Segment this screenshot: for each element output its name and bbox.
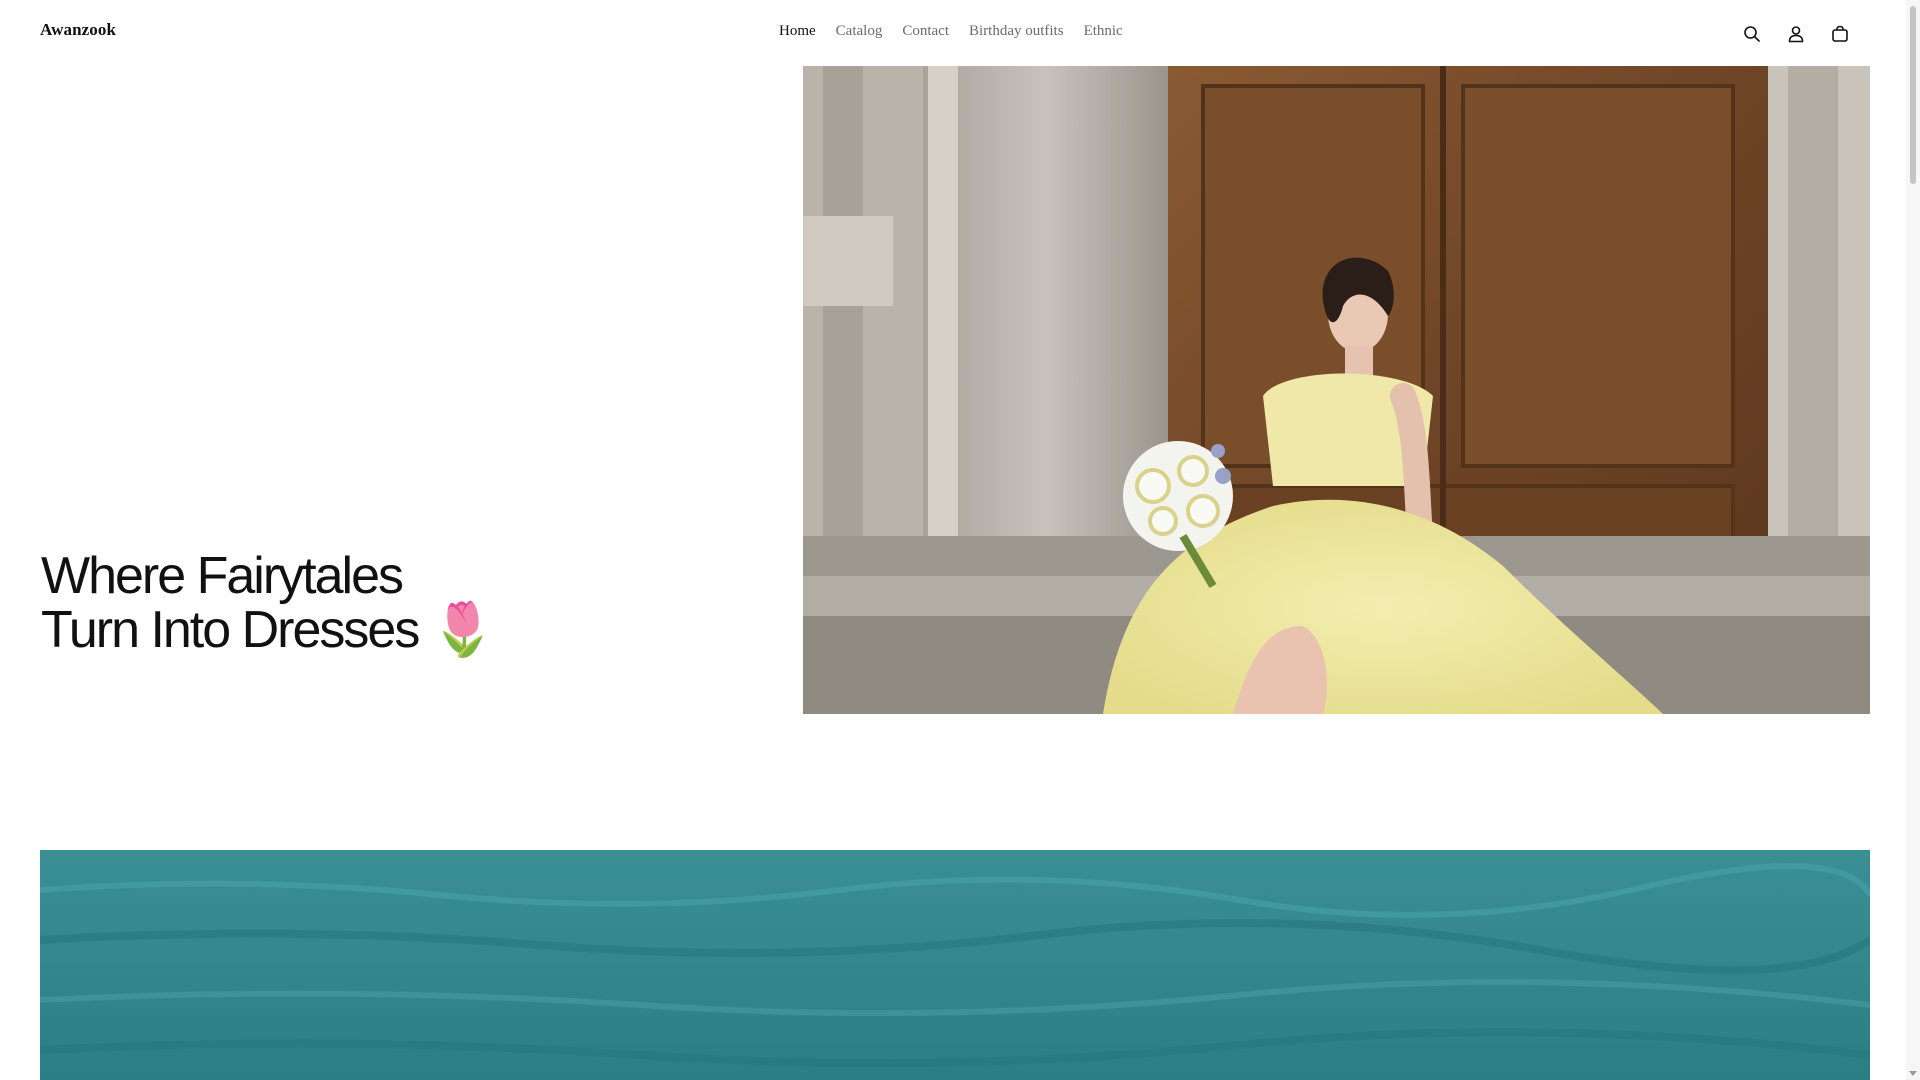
sea-photo: [40, 850, 1870, 1080]
store-logo[interactable]: Awanzook: [40, 20, 116, 40]
scroll-down-arrow-icon[interactable]: [1909, 1071, 1917, 1076]
search-icon: [1744, 26, 1760, 42]
main-nav: Home Catalog Contact Birthday outfits Et…: [779, 23, 1143, 40]
page: Awanzook Home Catalog Contact Birthday o…: [0, 0, 1920, 1080]
scrollbar[interactable]: [1906, 0, 1920, 1080]
header-icons: [1740, 22, 1852, 46]
hero-heading-line-1: Where Fairytales: [41, 547, 404, 605]
nav-item-contact[interactable]: Contact: [902, 23, 949, 40]
hero-image: [803, 66, 1870, 714]
hero-photo: [803, 66, 1870, 714]
search-button[interactable]: [1740, 22, 1764, 46]
site-header: Awanzook Home Catalog Contact Birthday o…: [0, 0, 1906, 66]
nav-item-birthday-outfits[interactable]: Birthday outfits: [969, 23, 1064, 40]
account-icon: [1788, 26, 1804, 43]
nav-item-home[interactable]: Home: [779, 23, 816, 40]
scrollbar-thumb[interactable]: [1910, 6, 1916, 184]
banner-image: [40, 850, 1870, 1080]
nav-item-catalog[interactable]: Catalog: [836, 23, 883, 40]
cart-icon: [1832, 25, 1848, 42]
cart-button[interactable]: [1828, 22, 1852, 46]
hero-heading-line-2: Turn Into Dresses 🌷: [41, 601, 496, 659]
nav-item-ethnic[interactable]: Ethnic: [1084, 23, 1123, 40]
account-button[interactable]: [1784, 22, 1808, 46]
hero-heading: Where Fairytales Turn Into Dresses 🌷: [41, 549, 761, 657]
